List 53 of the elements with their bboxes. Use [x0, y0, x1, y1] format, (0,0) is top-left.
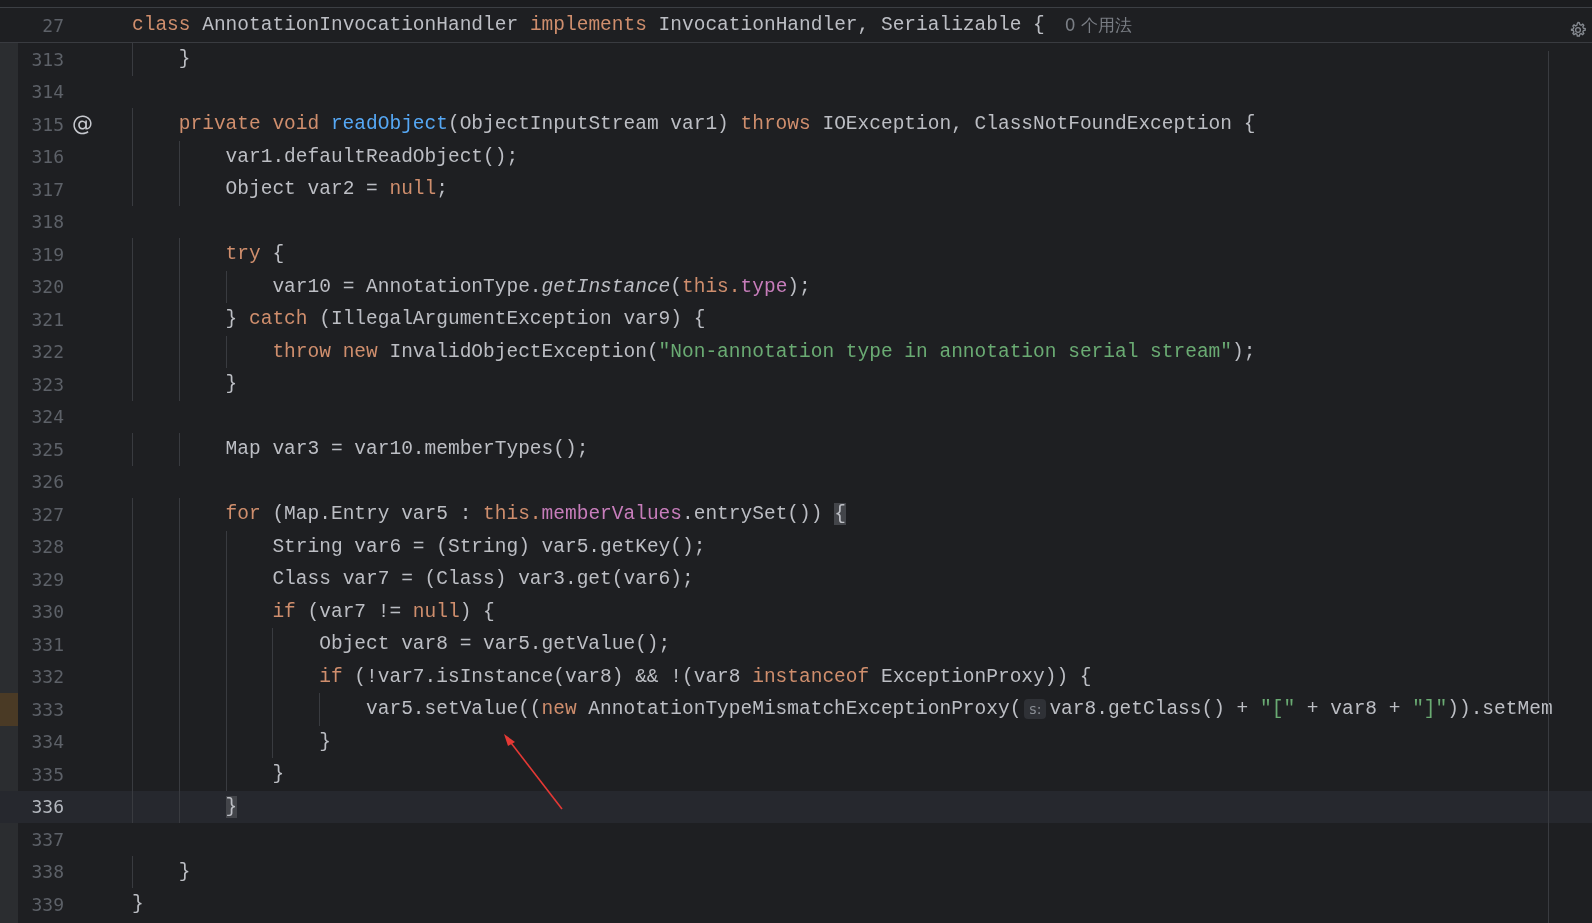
code-line: var1.defaultReadObject();: [225, 145, 519, 168]
line-number: 335: [30, 763, 64, 785]
code-line: class AnnotationInvocationHandler implements InvocationHandler, Serializable {: [132, 14, 1045, 36]
line-number: 317: [30, 178, 64, 200]
line-number: 326: [30, 471, 64, 493]
line-number: 333: [30, 698, 64, 720]
line-number: 338: [30, 861, 64, 883]
code-line: }: [178, 860, 191, 883]
code-line: if (var7 != null) {: [272, 600, 495, 623]
code-line: var5.setValue((new AnnotationTypeMismatchExceptionProxy( s: var8.getClass() + "[" + var8 + "]")).setMem: [366, 698, 1553, 721]
line-number: 320: [30, 276, 64, 298]
code-line: private void readObject(ObjectInputStream var1) throws IOException, ClassNotFoundException {: [178, 113, 1256, 136]
line-number: 323: [30, 373, 64, 395]
usages-hint[interactable]: 0 个用法: [1064, 13, 1132, 37]
line-number: 314: [30, 81, 64, 103]
code-line: }: [319, 730, 331, 753]
line-number: 316: [30, 146, 64, 168]
code-line: }: [132, 893, 144, 916]
line-number: 315: [30, 113, 64, 135]
line-number: 325: [30, 438, 64, 460]
settings-icon[interactable]: [1568, 20, 1588, 40]
line-number: 319: [30, 243, 64, 265]
code-line: Object var8 = var5.getValue();: [319, 633, 671, 656]
line-number: 336: [30, 796, 64, 818]
line-number: 324: [30, 406, 64, 428]
line-number: 339: [30, 893, 64, 915]
line-number: 332: [30, 666, 64, 688]
code-line: Class var7 = (Class) var3.get(var6);: [272, 568, 694, 591]
line-number: 322: [30, 341, 64, 363]
code-line: if (!var7.isInstance(var8) && !(var8 instanceof ExceptionProxy)) {: [319, 665, 1092, 688]
line-number: 318: [30, 211, 64, 233]
gutter-marker[interactable]: @: [72, 112, 93, 137]
code-line: String var6 = (String) var5.getKey();: [272, 535, 706, 558]
line-number: 329: [30, 568, 64, 590]
code-line: }: [178, 48, 191, 71]
line-number: 330: [30, 601, 64, 623]
line-number: 313: [30, 48, 64, 70]
code-line: try {: [225, 243, 285, 266]
code-line: Map var3 = var10.memberTypes();: [225, 438, 589, 461]
code-line: Object var2 = null;: [225, 178, 448, 201]
line-number: 334: [30, 731, 64, 753]
line-number: 337: [30, 828, 64, 850]
code-line: }: [225, 373, 238, 396]
line-number: 331: [30, 633, 64, 655]
line-number: 321: [30, 308, 64, 330]
code-line: throw new InvalidObjectException("Non-annotation type in annotation serial stream");: [272, 340, 1256, 363]
code-line: var10 = AnnotationType.getInstance(this.type);: [272, 275, 811, 298]
line-number: 27: [41, 14, 64, 36]
code-line: }: [272, 763, 285, 786]
line-number: 328: [30, 536, 64, 558]
code-line: } catch (IllegalArgumentException var9) {: [225, 308, 706, 331]
line-number: 327: [30, 503, 64, 525]
code-line: for (Map.Entry var5 : this.memberValues.entrySet()) {: [225, 503, 846, 526]
